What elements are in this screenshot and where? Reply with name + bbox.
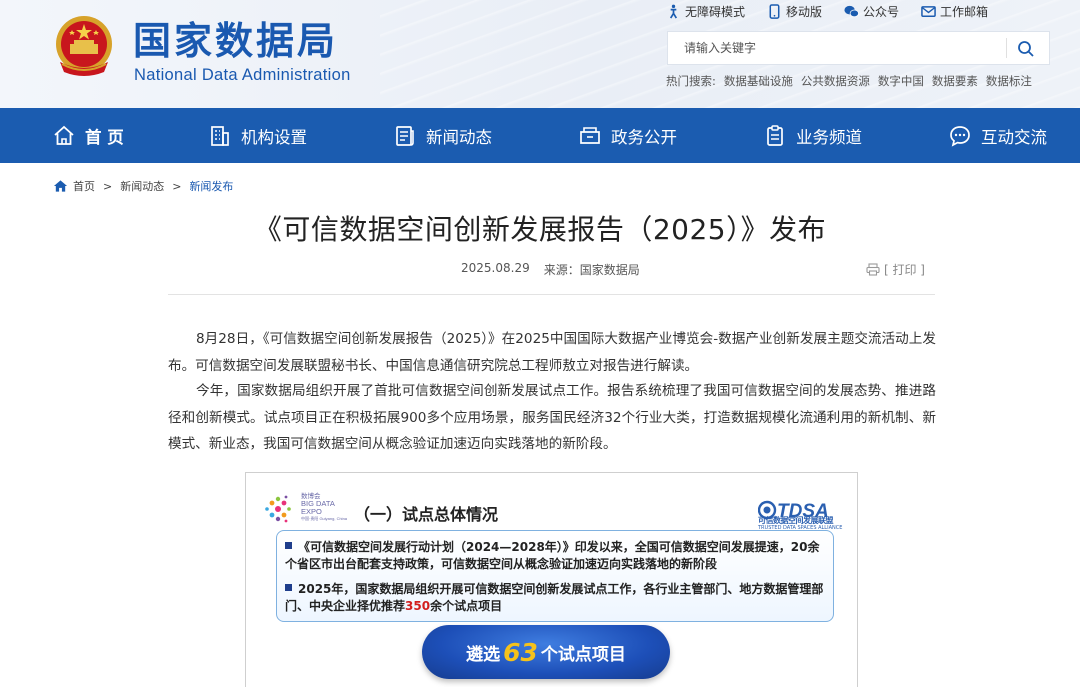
hot-keyword[interactable]: 数字中国 <box>878 73 924 89</box>
mail-link[interactable]: 工作邮箱 <box>921 3 988 20</box>
site-logo-title[interactable]: 国家数据局 <box>133 18 338 64</box>
mobile-label: 移动版 <box>786 5 823 19</box>
nav-item-business[interactable]: 业务频道 <box>763 108 862 163</box>
wechat-link[interactable]: 公众号 <box>844 3 899 20</box>
home-icon <box>53 180 68 192</box>
national-emblem-icon[interactable] <box>52 14 116 80</box>
breadcrumb-current[interactable]: 新闻发布 <box>189 178 233 194</box>
pill-text-post: 个试点项目 <box>540 644 626 665</box>
nav-item-government-affairs[interactable]: 政务公开 <box>578 108 677 163</box>
news-icon <box>396 125 414 146</box>
expo-en-3: 中国·贵阳 Guiyang, China <box>301 516 348 521</box>
accessibility-link[interactable]: 无障碍模式 <box>666 3 745 20</box>
article-paragraph: 今年，国家数据局组织开展了首批可信数据空间创新发展试点工作。报告系统梳理了我国可… <box>168 383 936 452</box>
search-icon[interactable] <box>1016 39 1036 59</box>
pill-number: 63 <box>503 637 538 667</box>
bullet-square-icon <box>285 584 292 591</box>
nav-item-label: 首 页 <box>85 127 124 147</box>
slide-bullet: 2025年，国家数据局组织开展可信数据空间创新发展试点工作，各行业主管部门、地方… <box>285 581 831 615</box>
article-meta: 2025.08.29 来源：国家数据局 <box>461 261 640 278</box>
slide-bullet-text: 余个试点项目 <box>430 599 503 613</box>
hot-keyword[interactable]: 数据基础设施 <box>724 73 793 89</box>
hot-keyword[interactable]: 公共数据资源 <box>801 73 870 89</box>
slide-pill-banner: 遴选 63 个试点项目 <box>422 625 670 679</box>
main-nav: 首 页 机构设置 新闻动态 政务公开 业务频道 互动交流 <box>0 108 1080 163</box>
accessibility-label: 无障碍模式 <box>685 5 746 19</box>
article-paragraph: 8月28日，《可信数据空间创新发展报告（2025）》在2025中国国际大数据产业… <box>168 331 936 374</box>
breadcrumb-separator: > <box>103 179 113 193</box>
top-links: 无障碍模式 移动版 公众号 工作邮箱 <box>666 3 988 20</box>
mail-label: 工作邮箱 <box>940 5 989 19</box>
nav-item-label: 业务频道 <box>796 127 862 147</box>
search-divider <box>1006 38 1007 58</box>
slide-bullet: 《可信数据空间发展行动计划（2024—2028年）》印发以来，全国可信数据空间发… <box>285 539 831 573</box>
hot-search: 热门搜索: 数据基础设施 公共数据资源 数字中国 数据要素 数据标注 <box>666 73 1032 89</box>
home-icon <box>54 125 74 145</box>
search-input[interactable] <box>668 32 1004 64</box>
slide-bullet-box: 《可信数据空间发展行动计划（2024—2028年）》印发以来，全国可信数据空间发… <box>276 530 834 622</box>
breadcrumb-news[interactable]: 新闻动态 <box>120 178 164 194</box>
article-date: 2025.08.29 <box>461 261 530 275</box>
search-box <box>667 31 1050 65</box>
title-divider <box>168 294 935 295</box>
mobile-icon <box>769 4 780 19</box>
nav-item-organization[interactable]: 机构设置 <box>208 108 307 163</box>
printer-icon <box>866 263 880 276</box>
pill-text-pre: 遴选 <box>466 644 501 665</box>
nav-item-home[interactable]: 首 页 <box>52 108 124 163</box>
wechat-label: 公众号 <box>863 5 900 19</box>
hot-keyword[interactable]: 数据标注 <box>986 73 1032 89</box>
slide-section-title: （一）试点总体情况 <box>354 505 499 524</box>
nav-item-news[interactable]: 新闻动态 <box>393 108 492 163</box>
nav-item-label: 互动交流 <box>981 127 1047 147</box>
nav-item-interaction[interactable]: 互动交流 <box>948 108 1047 163</box>
article-title: 《可信数据空间创新发展报告（2025）》发布 <box>253 213 827 246</box>
expo-text: 数博会 BIG DATA EXPO 中国·贵阳 Guiyang, China <box>301 493 347 521</box>
accessibility-icon <box>669 4 678 19</box>
slide-bullet-text: 2025年，国家数据局组织开展可信数据空间创新发展试点工作，各行业主管部门、地方… <box>285 582 824 613</box>
breadcrumb-separator: > <box>172 179 182 193</box>
chat-icon <box>950 125 970 147</box>
print-button[interactable]: [ 打印 ] <box>866 261 925 278</box>
nav-item-label: 政务公开 <box>611 127 677 147</box>
site-header: 国家数据局 National Data Administration 无障碍模式… <box>0 0 1080 108</box>
breadcrumb-home[interactable]: 首页 <box>73 178 95 194</box>
folder-icon <box>580 126 600 144</box>
print-label: [ 打印 ] <box>884 263 925 277</box>
slide-bullet-text: 《可信数据空间发展行动计划（2024—2028年）》印发以来，全国可信数据空间发… <box>285 540 820 571</box>
hot-keyword[interactable]: 数据要素 <box>932 73 978 89</box>
bullet-square-icon <box>285 542 292 549</box>
nav-item-label: 机构设置 <box>241 127 307 147</box>
hot-search-label: 热门搜索: <box>666 74 716 88</box>
mail-icon <box>921 6 936 17</box>
slide-highlight-number: 350 <box>405 599 431 613</box>
wechat-icon <box>844 5 859 18</box>
mobile-link[interactable]: 移动版 <box>767 3 822 20</box>
building-icon <box>211 125 229 146</box>
article-source: 来源：国家数据局 <box>543 263 640 277</box>
site-logo-subtitle[interactable]: National Data Administration <box>134 66 351 85</box>
nav-item-label: 新闻动态 <box>426 127 492 147</box>
breadcrumb: 首页 > 新闻动态 > 新闻发布 <box>53 178 233 194</box>
article-slide-image: 数博会 BIG DATA EXPO 中国·贵阳 Guiyang, China （… <box>245 472 858 687</box>
clipboard-icon <box>767 124 783 146</box>
expo-en-2: EXPO <box>301 507 322 516</box>
